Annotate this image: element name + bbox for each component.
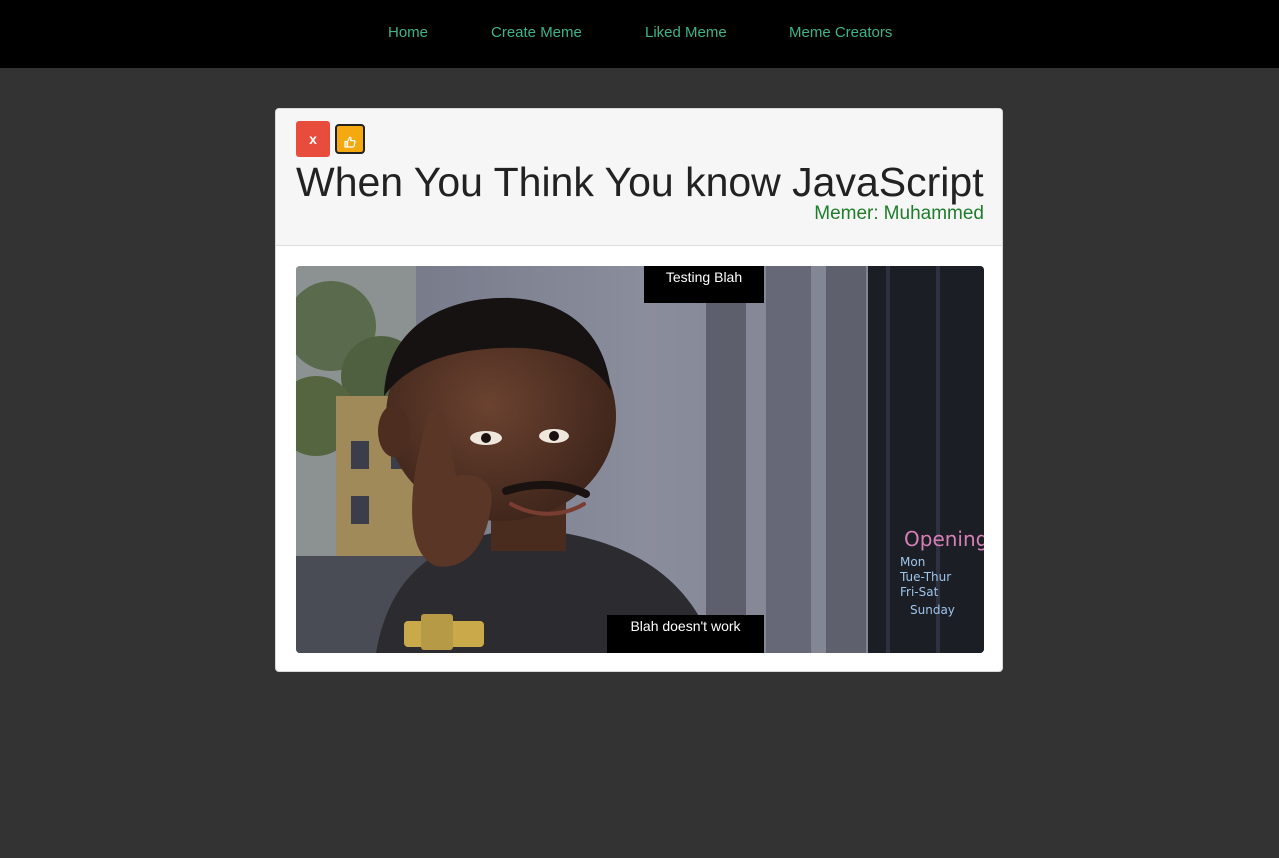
nav-create-meme-link[interactable]: Create Meme [491,24,582,41]
nav-meme-creators-link[interactable]: Meme Creators [789,24,892,41]
svg-text:Tue-Thur: Tue-Thur [899,570,951,584]
svg-text:Mon: Mon [900,555,925,569]
like-meme-button[interactable] [335,124,365,154]
meme-card-header: x When You Think You know JavaScript Mem… [276,109,1002,246]
top-navbar: Home Create Meme Liked Meme Meme Creator… [0,0,1279,68]
memer-name: Muhammed [883,203,984,224]
thumbs-up-icon [344,136,356,148]
meme-title: When You Think You know JavaScript [296,159,984,205]
meme-image: Opening Mon Tue-Thur Fri-Sat Sunday Test… [296,266,984,653]
meme-bottom-text: Blah doesn't work [607,615,764,653]
shop-sign-text: Opening [904,527,984,551]
memer-credit: Memer: Muhammed [814,203,984,225]
memer-label: Memer: [814,203,879,224]
delete-meme-button[interactable]: x [296,121,330,157]
meme-card: x When You Think You know JavaScript Mem… [275,108,1003,672]
meme-photo: Opening Mon Tue-Thur Fri-Sat Sunday [296,266,984,653]
svg-text:Fri-Sat: Fri-Sat [900,585,939,599]
meme-top-text: Testing Blah [644,266,764,303]
nav-liked-meme-link[interactable]: Liked Meme [645,24,727,41]
nav-home-link[interactable]: Home [388,24,428,41]
svg-text:Sunday: Sunday [910,603,955,617]
